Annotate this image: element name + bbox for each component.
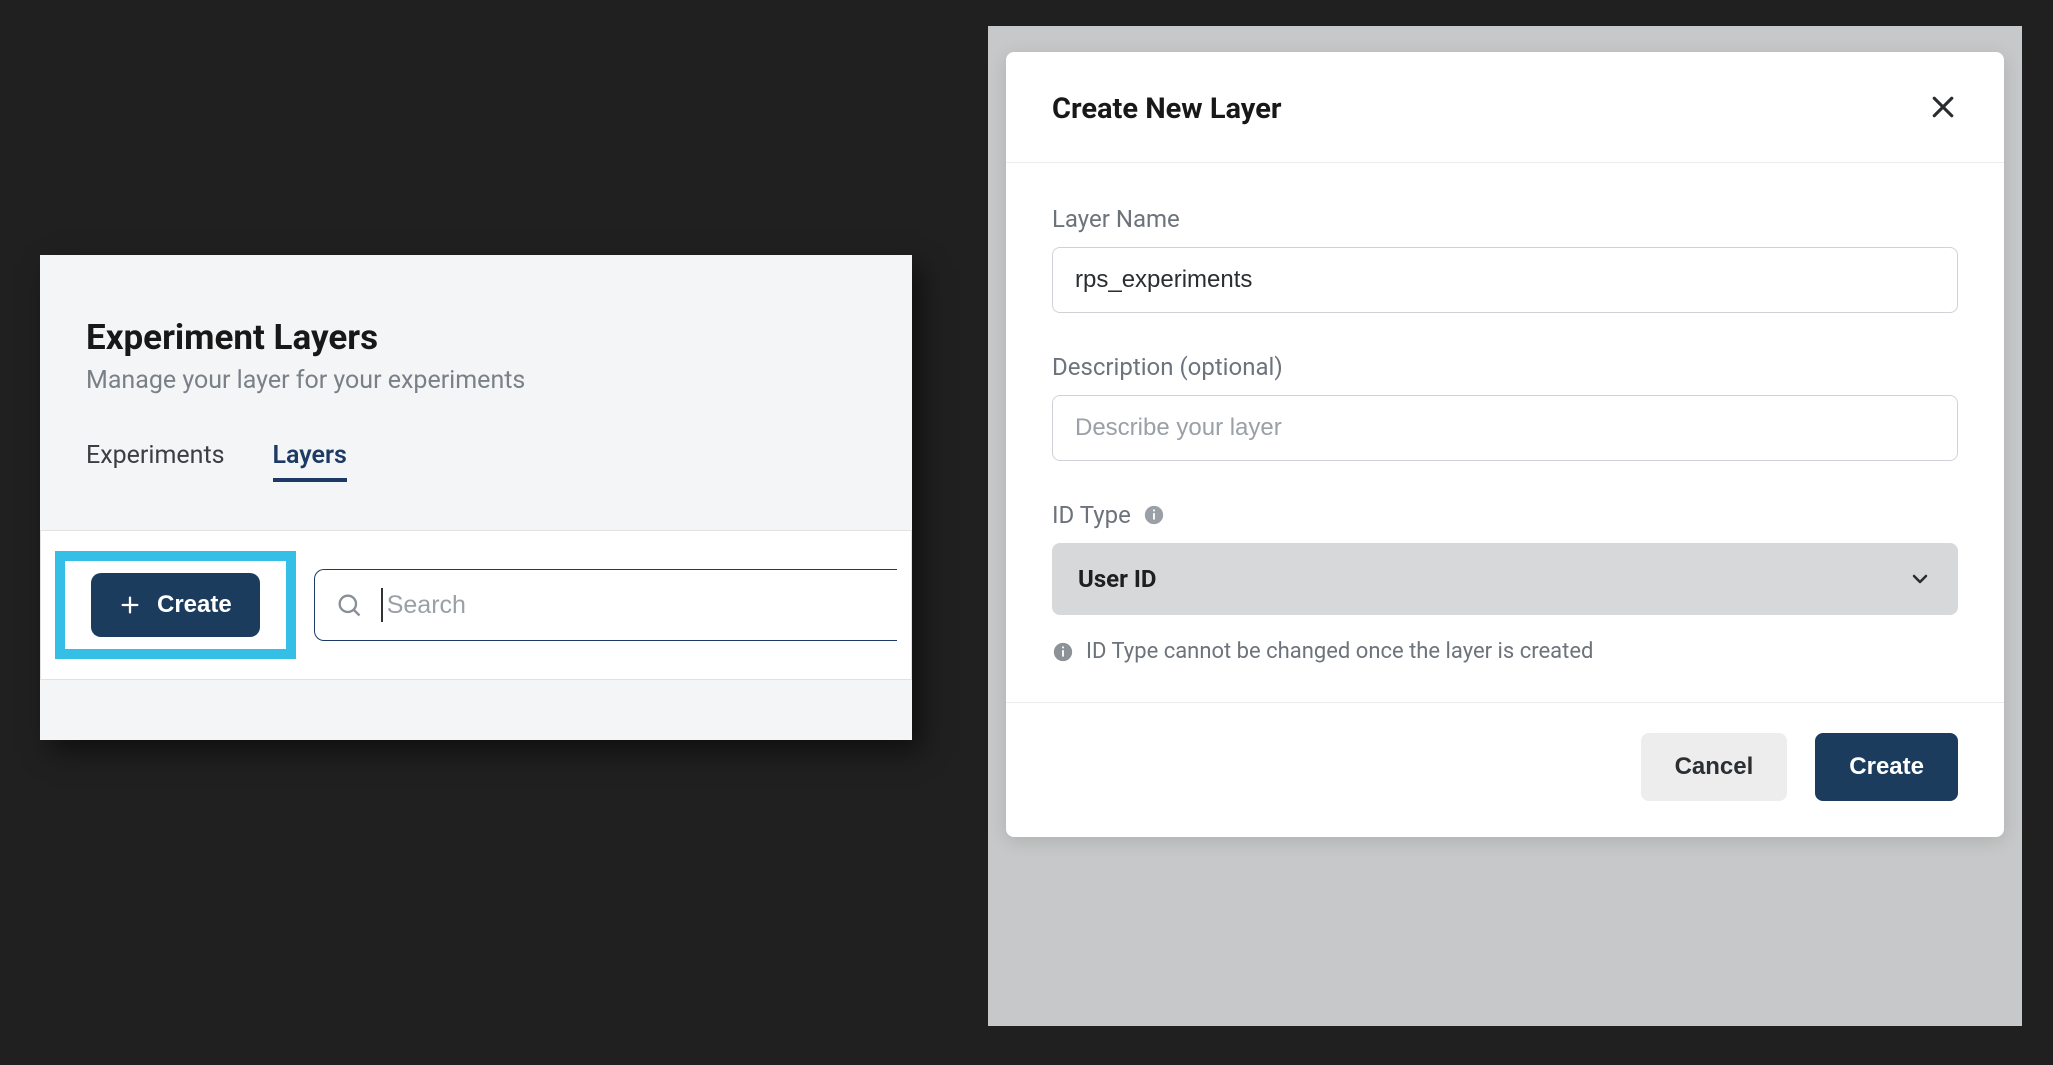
modal-body: Layer Name Description (optional) ID Typ…: [1006, 163, 2004, 702]
id-type-label-text: ID Type: [1052, 501, 1131, 529]
field-id-type: ID Type User ID ID Type cannot be chang: [1052, 501, 1958, 664]
description-label: Description (optional): [1052, 353, 1958, 381]
modal-title: Create New Layer: [1052, 92, 1282, 126]
modal-footer: Cancel Create: [1006, 702, 2004, 837]
page-subtitle: Manage your layer for your experiments: [86, 366, 866, 395]
id-type-select[interactable]: User ID: [1052, 543, 1958, 615]
layers-panel: Experiment Layers Manage your layer for …: [40, 255, 912, 740]
tab-layers[interactable]: Layers: [273, 441, 347, 482]
modal-backdrop: Create New Layer Layer Name Description …: [988, 26, 2022, 1026]
layer-name-label: Layer Name: [1052, 205, 1958, 233]
create-layer-modal: Create New Layer Layer Name Description …: [1006, 52, 2004, 837]
search-icon: [335, 591, 363, 619]
plus-icon: [119, 594, 141, 616]
close-button[interactable]: [1928, 92, 1958, 126]
tabs: Experiments Layers: [86, 441, 866, 482]
field-description: Description (optional): [1052, 353, 1958, 461]
create-button-label: Create: [157, 591, 232, 619]
tab-experiments[interactable]: Experiments: [86, 441, 225, 482]
info-icon: [1052, 641, 1074, 663]
modal-header: Create New Layer: [1006, 52, 2004, 163]
field-layer-name: Layer Name: [1052, 205, 1958, 313]
cancel-button[interactable]: Cancel: [1641, 733, 1788, 801]
id-type-label: ID Type: [1052, 501, 1958, 529]
id-type-selected: User ID: [1078, 565, 1156, 593]
search-field-wrap[interactable]: [314, 569, 897, 641]
info-icon[interactable]: [1143, 504, 1165, 526]
page-title: Experiment Layers: [86, 317, 866, 358]
chevron-down-icon: [1908, 567, 1932, 591]
layer-name-input[interactable]: [1052, 247, 1958, 313]
create-button-highlight: Create: [55, 551, 296, 659]
toolbar: Create: [40, 530, 912, 680]
create-button[interactable]: Create: [1815, 733, 1958, 801]
search-input[interactable]: [381, 588, 877, 622]
description-input[interactable]: [1052, 395, 1958, 461]
id-type-hint-text: ID Type cannot be changed once the layer…: [1086, 639, 1593, 664]
create-layer-button[interactable]: Create: [91, 573, 260, 637]
id-type-hint: ID Type cannot be changed once the layer…: [1052, 639, 1958, 664]
close-icon: [1928, 92, 1958, 122]
